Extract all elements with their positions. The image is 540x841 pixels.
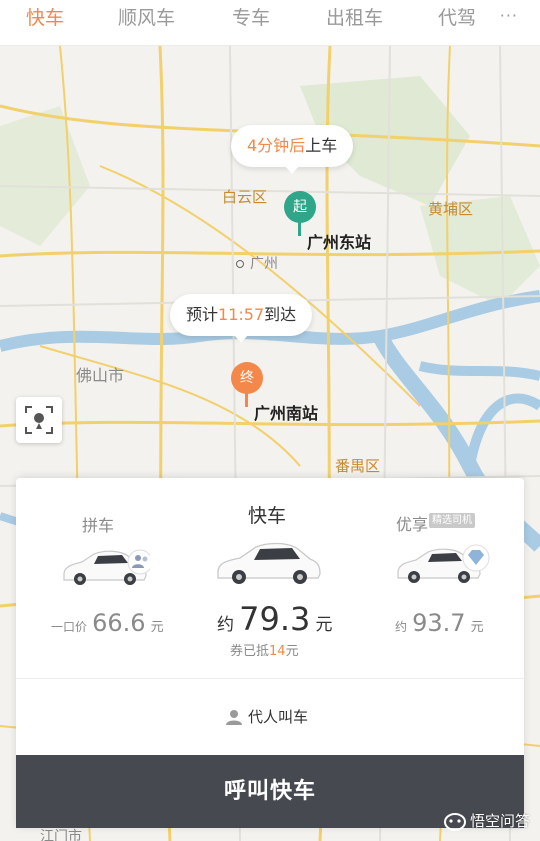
option-pool-name: 拼车 [82, 516, 115, 535]
car-premium-icon [397, 544, 490, 583]
locate-icon [25, 406, 53, 434]
call-for-others-button[interactable]: 代人叫车 [226, 706, 308, 727]
car-express-icon [217, 542, 321, 584]
city-dot-icon [236, 260, 244, 268]
pickup-eta-bubble: 4分钟后上车 [231, 125, 354, 174]
start-pin-stem [298, 222, 301, 236]
option-premium-name: 优享 [396, 515, 429, 534]
city-label-jiangmen: 江门市 [40, 829, 82, 841]
city-label-guangzhou: 广州 [236, 253, 278, 273]
district-label-huangpu: 黄埔区 [428, 200, 474, 218]
district-label-foshan: 佛山市 [76, 366, 125, 385]
end-pin-stem [245, 393, 248, 407]
car-pool-icon [63, 549, 150, 585]
divider [16, 678, 524, 679]
district-label-baiyun: 白云区 [222, 188, 268, 206]
option-express-name: 快车 [248, 505, 287, 527]
tab-taxi[interactable]: 出租车 [326, 3, 383, 30]
more-icon[interactable]: ··· [500, 6, 518, 25]
tab-hitch[interactable]: 顺风车 [118, 3, 175, 30]
start-pin-icon: 起 [284, 191, 316, 223]
start-station-label: 广州东站 [307, 233, 372, 252]
ride-options-card: 拼车 一口价 66.6 元 快车 约 79.3 元 券已抵14元 优享 精选司机… [16, 478, 524, 828]
premium-driver-badge: 精选司机 [429, 513, 475, 528]
person-icon [226, 709, 242, 725]
option-express-coupon: 券已抵14元 [230, 644, 299, 659]
tab-express[interactable]: 快车 [26, 3, 64, 30]
end-pin-icon: 终 [231, 362, 263, 394]
option-pool-price: 一口价 66.6 元 [51, 609, 164, 637]
tab-designated-driver[interactable]: 代驾 [438, 3, 476, 30]
option-premium-price: 约 93.7 元 [395, 609, 484, 637]
end-station-label: 广州南站 [254, 404, 319, 423]
tab-premier[interactable]: 专车 [232, 3, 270, 30]
district-label-panyu: 番禺区 [335, 457, 381, 475]
arrival-eta-bubble: 预计11:57到达 [170, 294, 313, 343]
watermark: 悟空问答 [443, 810, 530, 831]
locate-button[interactable] [16, 397, 62, 443]
wukong-logo-icon [443, 812, 466, 831]
option-express-price: 约 79.3 元 [217, 600, 333, 638]
service-tabs: 快车 顺风车 专车 出租车 代驾 ··· [0, 0, 540, 46]
call-for-others-label: 代人叫车 [248, 708, 309, 726]
